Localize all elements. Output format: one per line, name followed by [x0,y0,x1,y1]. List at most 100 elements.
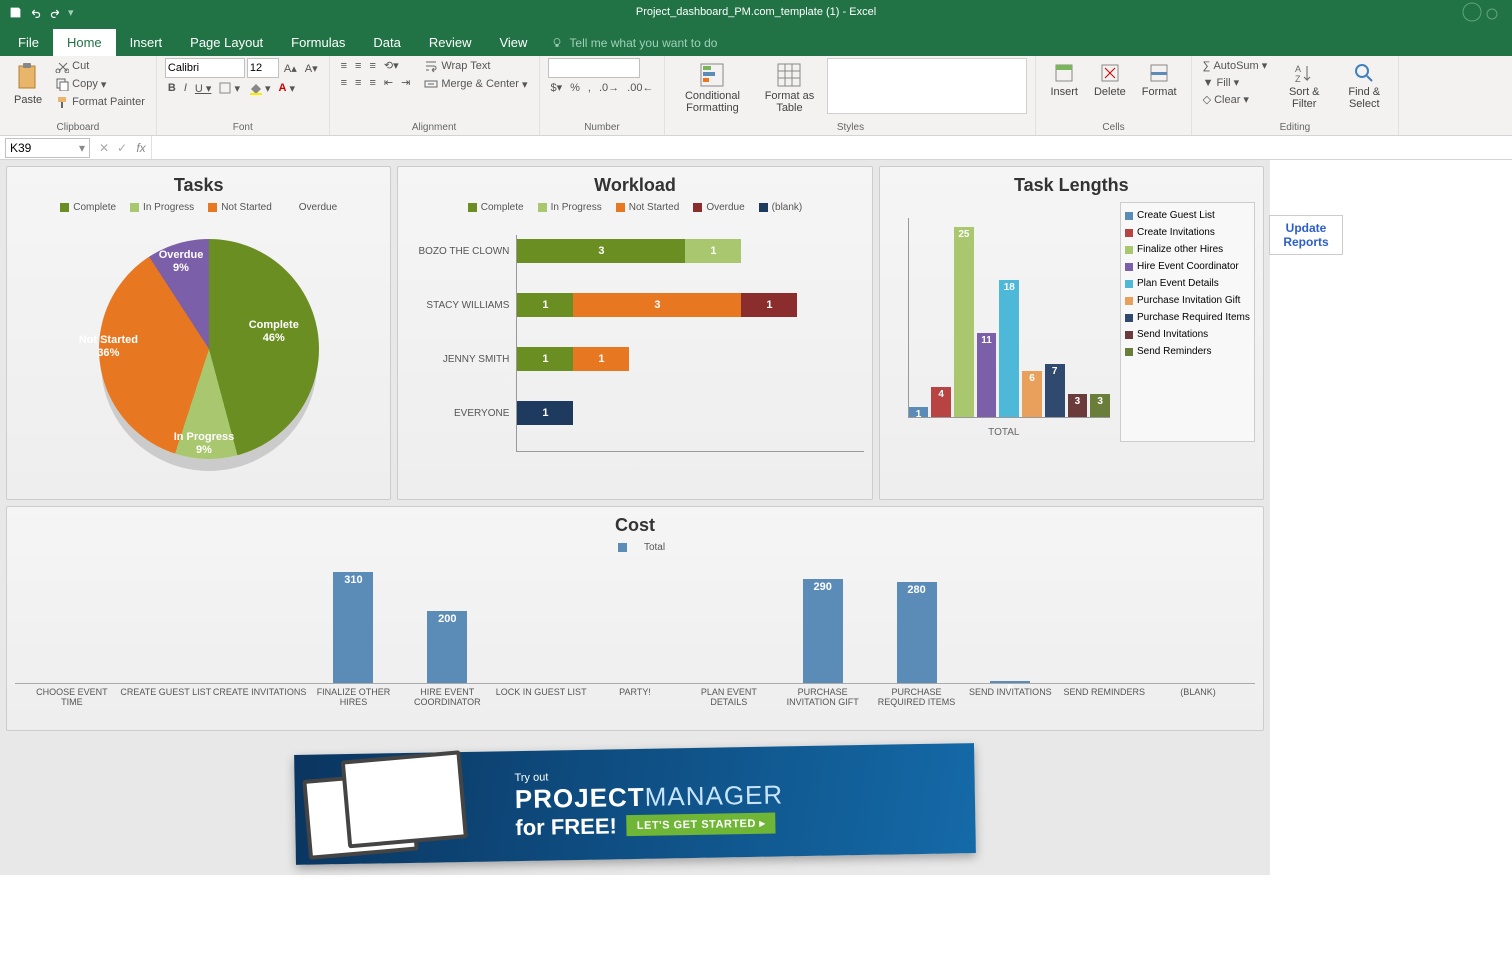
group-font: A▴ A▾ B I U ▾ ▾ ▾ A▾ Font [157,56,330,135]
orientation-icon[interactable]: ⟲▾ [381,58,402,73]
increase-indent-icon[interactable]: ⇥ [398,75,413,90]
cell-styles-gallery[interactable] [827,58,1027,114]
currency-icon[interactable]: $▾ [548,80,566,95]
group-editing: ∑ AutoSum ▾ ▼ Fill ▾ ◇ Clear ▾ AZSort & … [1192,56,1400,135]
insert-cells-button[interactable]: Insert [1044,58,1084,102]
delete-cells-button[interactable]: Delete [1088,58,1132,102]
window-controls[interactable] [1322,2,1502,22]
cond-format-icon [699,62,725,88]
wrap-icon [424,59,438,73]
legend-workload: Complete In Progress Not Started Overdue… [406,202,863,213]
format-icon [1148,62,1170,84]
align-middle-icon[interactable]: ≡ [352,59,364,73]
find-select-button[interactable]: Find & Select [1338,58,1390,114]
tab-insert[interactable]: Insert [116,29,177,56]
align-bottom-icon[interactable]: ≡ [366,59,378,73]
chart-title-tasks: Tasks [15,175,382,196]
italic-button[interactable]: I [181,81,190,95]
bold-button[interactable]: B [165,81,179,95]
quick-access-toolbar: ▾ [0,5,74,19]
promo-banner[interactable]: Try out PROJECTMANAGER for FREE! LET'S G… [294,743,976,865]
align-top-icon[interactable]: ≡ [338,59,350,73]
conditional-formatting-button[interactable]: Conditional Formatting [673,58,751,118]
cta-button[interactable]: LET'S GET STARTED ▸ [627,813,776,837]
panel-cost: Cost Total 3102002902805 CHOOSE EVENT TI… [6,506,1264,731]
scissors-icon [55,59,69,73]
merge-center-button[interactable]: Merge & Center ▾ [421,76,530,92]
qat-dropdown-icon[interactable]: ▾ [68,6,74,19]
paste-button[interactable]: Paste [8,58,48,110]
group-cells: Insert Delete Format Cells [1036,56,1191,135]
tab-view[interactable]: View [485,29,541,56]
tab-file[interactable]: File [4,29,53,56]
increase-decimal-icon[interactable]: .0→ [596,81,622,95]
document-title: Project_dashboard_PM.com_template (1) - … [636,6,876,18]
brush-icon [55,95,69,109]
font-color-button[interactable]: A▾ [276,81,298,96]
pie-chart: Complete46% In Progress9% Not Started36%… [29,219,369,479]
titlebar: ▾ Project_dashboard_PM.com_template (1) … [0,0,1512,24]
comma-icon[interactable]: , [585,81,594,95]
chart-title-cost: Cost [15,515,1255,536]
group-number: $▾ % , .0→ .00← Number [540,56,666,135]
redo-icon[interactable] [48,5,62,19]
fill-color-button[interactable]: ▾ [245,80,274,96]
wrap-text-button[interactable]: Wrap Text [421,58,530,74]
align-right-icon[interactable]: ≡ [366,76,378,90]
group-styles: Conditional Formatting Format as Table S… [665,56,1036,135]
font-size-select[interactable] [247,58,279,78]
tab-home[interactable]: Home [53,29,116,56]
percent-icon[interactable]: % [567,81,583,95]
save-icon[interactable] [8,5,22,19]
cut-button[interactable]: Cut [52,58,148,74]
sort-icon: AZ [1293,62,1315,84]
panel-tasks: Tasks Complete In Progress Not Started O… [6,166,391,500]
tab-review[interactable]: Review [415,29,486,56]
group-clipboard: Paste Cut Copy ▾ Format Painter Clipboar… [0,56,157,135]
panel-workload: Workload Complete In Progress Not Starte… [397,166,872,500]
tab-formulas[interactable]: Formulas [277,29,359,56]
tell-me-search[interactable]: Tell me what you want to do [541,30,727,56]
update-reports-button[interactable]: Update Reports [1269,215,1343,255]
copy-button[interactable]: Copy ▾ [52,76,148,92]
increase-font-icon[interactable]: A▴ [281,61,300,76]
decrease-font-icon[interactable]: A▾ [302,61,321,76]
fill-button[interactable]: ▼ Fill ▾ [1200,75,1271,90]
dashboard: Tasks Complete In Progress Not Started O… [0,160,1270,875]
sort-filter-button[interactable]: AZSort & Filter [1278,58,1330,114]
insert-icon [1053,62,1075,84]
formula-input[interactable] [151,136,1512,159]
tab-data[interactable]: Data [359,29,414,56]
tab-page-layout[interactable]: Page Layout [176,29,277,56]
banner-text: Try out PROJECTMANAGER for FREE! LET'S G… [514,767,783,841]
cost-chart: 3102002902805 [15,559,1255,684]
clear-button[interactable]: ◇ Clear ▾ [1200,92,1271,107]
chart-title-task-lengths: Task Lengths [888,175,1255,196]
underline-button[interactable]: U ▾ [192,81,215,96]
format-as-table-button[interactable]: Format as Table [755,58,823,118]
number-format-select[interactable] [548,58,640,78]
svg-text:Z: Z [1295,74,1301,84]
delete-icon [1099,62,1121,84]
workload-chart: BOZO THE CLOWN31STACY WILLIAMS131JENNY S… [516,235,863,452]
banner-screens-graphic [290,734,500,871]
fx-icon[interactable]: fx [131,141,151,155]
name-box[interactable]: K39▾ [5,138,90,158]
group-alignment: ≡ ≡ ≡ ⟲▾ ≡ ≡ ≡ ⇤ ⇥ Wrap Text Merge & Cen… [330,56,540,135]
decrease-indent-icon[interactable]: ⇤ [381,75,396,90]
format-cells-button[interactable]: Format [1136,58,1183,102]
align-left-icon[interactable]: ≡ [338,76,350,90]
task-lengths-chart: 142511186733 TOTAL [888,202,1120,442]
align-center-icon[interactable]: ≡ [352,76,364,90]
chevron-down-icon: ▾ [79,141,85,155]
format-painter-button[interactable]: Format Painter [52,94,148,110]
decrease-decimal-icon[interactable]: .00← [624,81,656,95]
enter-formula-icon[interactable]: ✓ [113,141,131,155]
border-icon [219,82,231,94]
border-button[interactable]: ▾ [216,81,243,96]
autosum-button[interactable]: ∑ AutoSum ▾ [1200,58,1271,73]
undo-icon[interactable] [28,5,42,19]
font-name-select[interactable] [165,58,245,78]
cancel-formula-icon[interactable]: ✕ [95,141,113,155]
search-icon [1353,62,1375,84]
